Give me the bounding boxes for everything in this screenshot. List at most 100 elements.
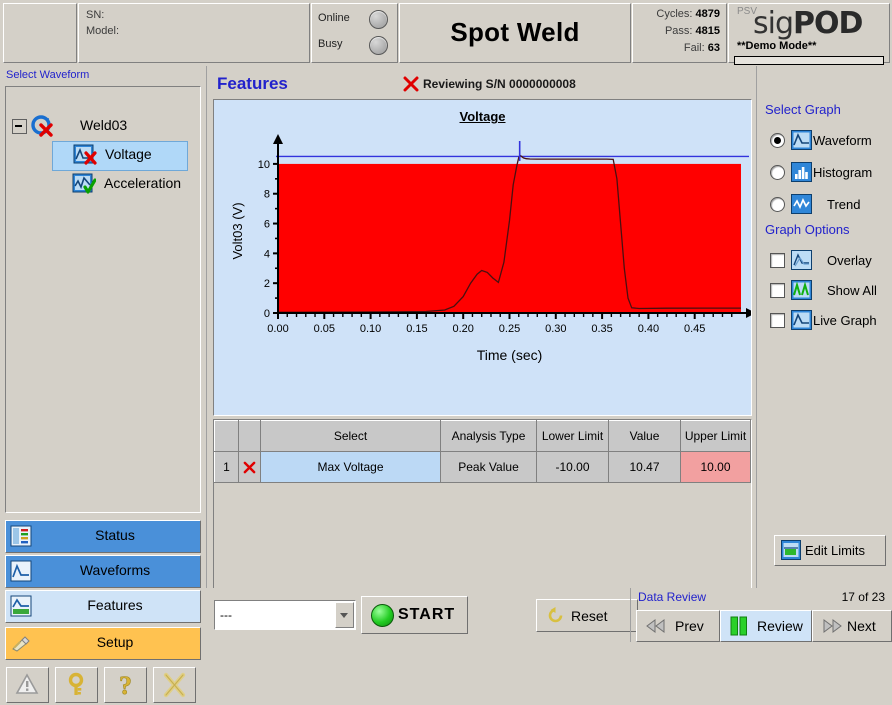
- key-button[interactable]: [55, 667, 98, 703]
- svg-text:0.45: 0.45: [684, 323, 705, 335]
- tree-item-label: Voltage: [105, 146, 152, 162]
- radio-waveform[interactable]: Waveform: [765, 128, 889, 154]
- warning-button[interactable]: [6, 667, 49, 703]
- waveform-pass-icon: [72, 173, 96, 195]
- radio-button-icon[interactable]: [770, 133, 785, 148]
- radio-button-icon[interactable]: [770, 197, 785, 212]
- busy-label: Busy: [318, 38, 342, 50]
- col-value[interactable]: Value: [609, 421, 681, 452]
- overlay-icon: [791, 250, 812, 270]
- cycles-count: Cycles: 4879: [656, 8, 720, 20]
- svg-text:0.25: 0.25: [499, 323, 520, 335]
- cell-select[interactable]: Max Voltage: [261, 452, 441, 483]
- sidebar-item-status[interactable]: Status: [5, 520, 201, 553]
- close-x-button[interactable]: [153, 667, 196, 703]
- demo-mode-label: **Demo Mode**: [737, 40, 816, 52]
- review-status-text: Reviewing S/N 0000000008: [423, 77, 576, 91]
- sidebar-item-features[interactable]: Features: [5, 590, 201, 623]
- online-label: Online: [318, 12, 350, 24]
- col-status: [239, 421, 261, 452]
- main-content-panel: Features Reviewing S/N 0000000008 Voltag…: [206, 66, 757, 642]
- collapse-expander-icon[interactable]: [12, 119, 27, 134]
- sidebar-item-setup[interactable]: Setup: [5, 627, 201, 660]
- start-label: START: [398, 606, 455, 624]
- cell-lower-limit[interactable]: -10.00: [537, 452, 609, 483]
- edit-limits-label: Edit Limits: [805, 543, 865, 558]
- svg-text:0.00: 0.00: [267, 323, 288, 335]
- help-button[interactable]: ?: [104, 667, 147, 703]
- waveform-tree: Weld03 Voltage Acceleration: [5, 86, 201, 513]
- chevron-down-icon[interactable]: [335, 602, 354, 628]
- svg-text:4: 4: [264, 248, 270, 260]
- serial-number-panel: SN: Model:: [78, 3, 310, 63]
- status-indicator-panel: Online Busy: [311, 3, 398, 63]
- review-button[interactable]: Review: [720, 610, 812, 642]
- cell-upper-limit[interactable]: 10.00: [681, 452, 751, 483]
- radio-button-icon[interactable]: [770, 165, 785, 180]
- edit-limits-icon: [781, 540, 801, 560]
- brand-sigpod-logo: sigPOD: [753, 6, 862, 41]
- option-label: Overlay: [827, 253, 872, 268]
- fast-forward-icon: [820, 617, 844, 635]
- left-sidebar: Select Waveform Weld03 Voltage: [0, 66, 206, 642]
- tree-item-acceleration[interactable]: Acceleration: [52, 171, 186, 199]
- svg-text:10: 10: [258, 159, 270, 171]
- radio-trend[interactable]: Trend: [765, 192, 889, 218]
- checkbox-icon[interactable]: [770, 313, 785, 328]
- prev-button[interactable]: Prev: [636, 610, 720, 642]
- sidebar-item-label: Features: [34, 597, 196, 613]
- cell-analysis-type[interactable]: Peak Value: [441, 452, 537, 483]
- features-icon: [10, 595, 32, 617]
- online-indicator-row: Online: [318, 8, 392, 30]
- tree-item-voltage[interactable]: Voltage: [52, 141, 188, 171]
- header-bar: SN: Model: Online Busy Spot Weld Cycles:…: [0, 0, 892, 67]
- table-row[interactable]: 1 Max Voltage Peak Value -10.00 10.47 10…: [215, 452, 751, 483]
- close-x-icon: [154, 668, 195, 702]
- col-analysis-type[interactable]: Analysis Type: [441, 421, 537, 452]
- prev-label: Prev: [675, 618, 704, 634]
- model-label: Model:: [86, 25, 119, 37]
- waveform-fail-icon: [73, 144, 97, 166]
- checkbox-icon[interactable]: [770, 283, 785, 298]
- svg-text:0.30: 0.30: [545, 323, 566, 335]
- help-icon: ?: [105, 668, 146, 702]
- svg-text:0.05: 0.05: [314, 323, 335, 335]
- part-select-dropdown[interactable]: ---: [214, 600, 356, 630]
- option-label: Show All: [827, 283, 877, 298]
- reset-button[interactable]: Reset: [536, 599, 638, 632]
- header-logo-panel: [3, 3, 77, 63]
- checkbox-live-graph[interactable]: Live Graph: [765, 308, 889, 334]
- option-label: Trend: [827, 197, 860, 212]
- col-select[interactable]: Select: [261, 421, 441, 452]
- col-rownum: [215, 421, 239, 452]
- svg-text:8: 8: [264, 189, 270, 201]
- sidebar-item-waveforms[interactable]: Waveforms: [5, 555, 201, 588]
- svg-text:?: ?: [119, 671, 132, 700]
- col-lower-limit[interactable]: Lower Limit: [537, 421, 609, 452]
- tree-item-label: Weld03: [80, 117, 127, 133]
- bottom-toolbar: --- START Reset Data Review 17 of 23 Pre…: [206, 588, 892, 642]
- checkbox-overlay[interactable]: Overlay: [765, 248, 889, 274]
- sn-label: SN:: [86, 9, 104, 21]
- tree-item-weld03[interactable]: Weld03: [12, 113, 190, 141]
- key-icon: [56, 668, 97, 702]
- sidebar-item-label: Waveforms: [34, 562, 196, 578]
- checkbox-icon[interactable]: [770, 253, 785, 268]
- svg-text:0.35: 0.35: [591, 323, 612, 335]
- table-header-row: Select Analysis Type Lower Limit Value U…: [215, 421, 751, 452]
- col-upper-limit[interactable]: Upper Limit: [681, 421, 751, 452]
- svg-text:2: 2: [264, 278, 270, 290]
- start-button[interactable]: START: [361, 596, 468, 634]
- next-button[interactable]: Next: [812, 610, 892, 642]
- data-review-label: Data Review: [638, 590, 706, 604]
- tree-item-label: Acceleration: [104, 175, 181, 191]
- edit-limits-button[interactable]: Edit Limits: [774, 535, 886, 566]
- svg-text:0.40: 0.40: [638, 323, 659, 335]
- dropdown-value: ---: [220, 608, 232, 622]
- radio-histogram[interactable]: Histogram: [765, 160, 889, 186]
- busy-led-icon: [369, 36, 388, 55]
- waveform-chart[interactable]: Voltage 02468100.000.050.100.150.200.250…: [213, 99, 752, 416]
- cell-value: 10.47: [609, 452, 681, 483]
- checkbox-show-all[interactable]: Show All: [765, 278, 889, 304]
- application-window: SN: Model: Online Busy Spot Weld Cycles:…: [0, 0, 892, 642]
